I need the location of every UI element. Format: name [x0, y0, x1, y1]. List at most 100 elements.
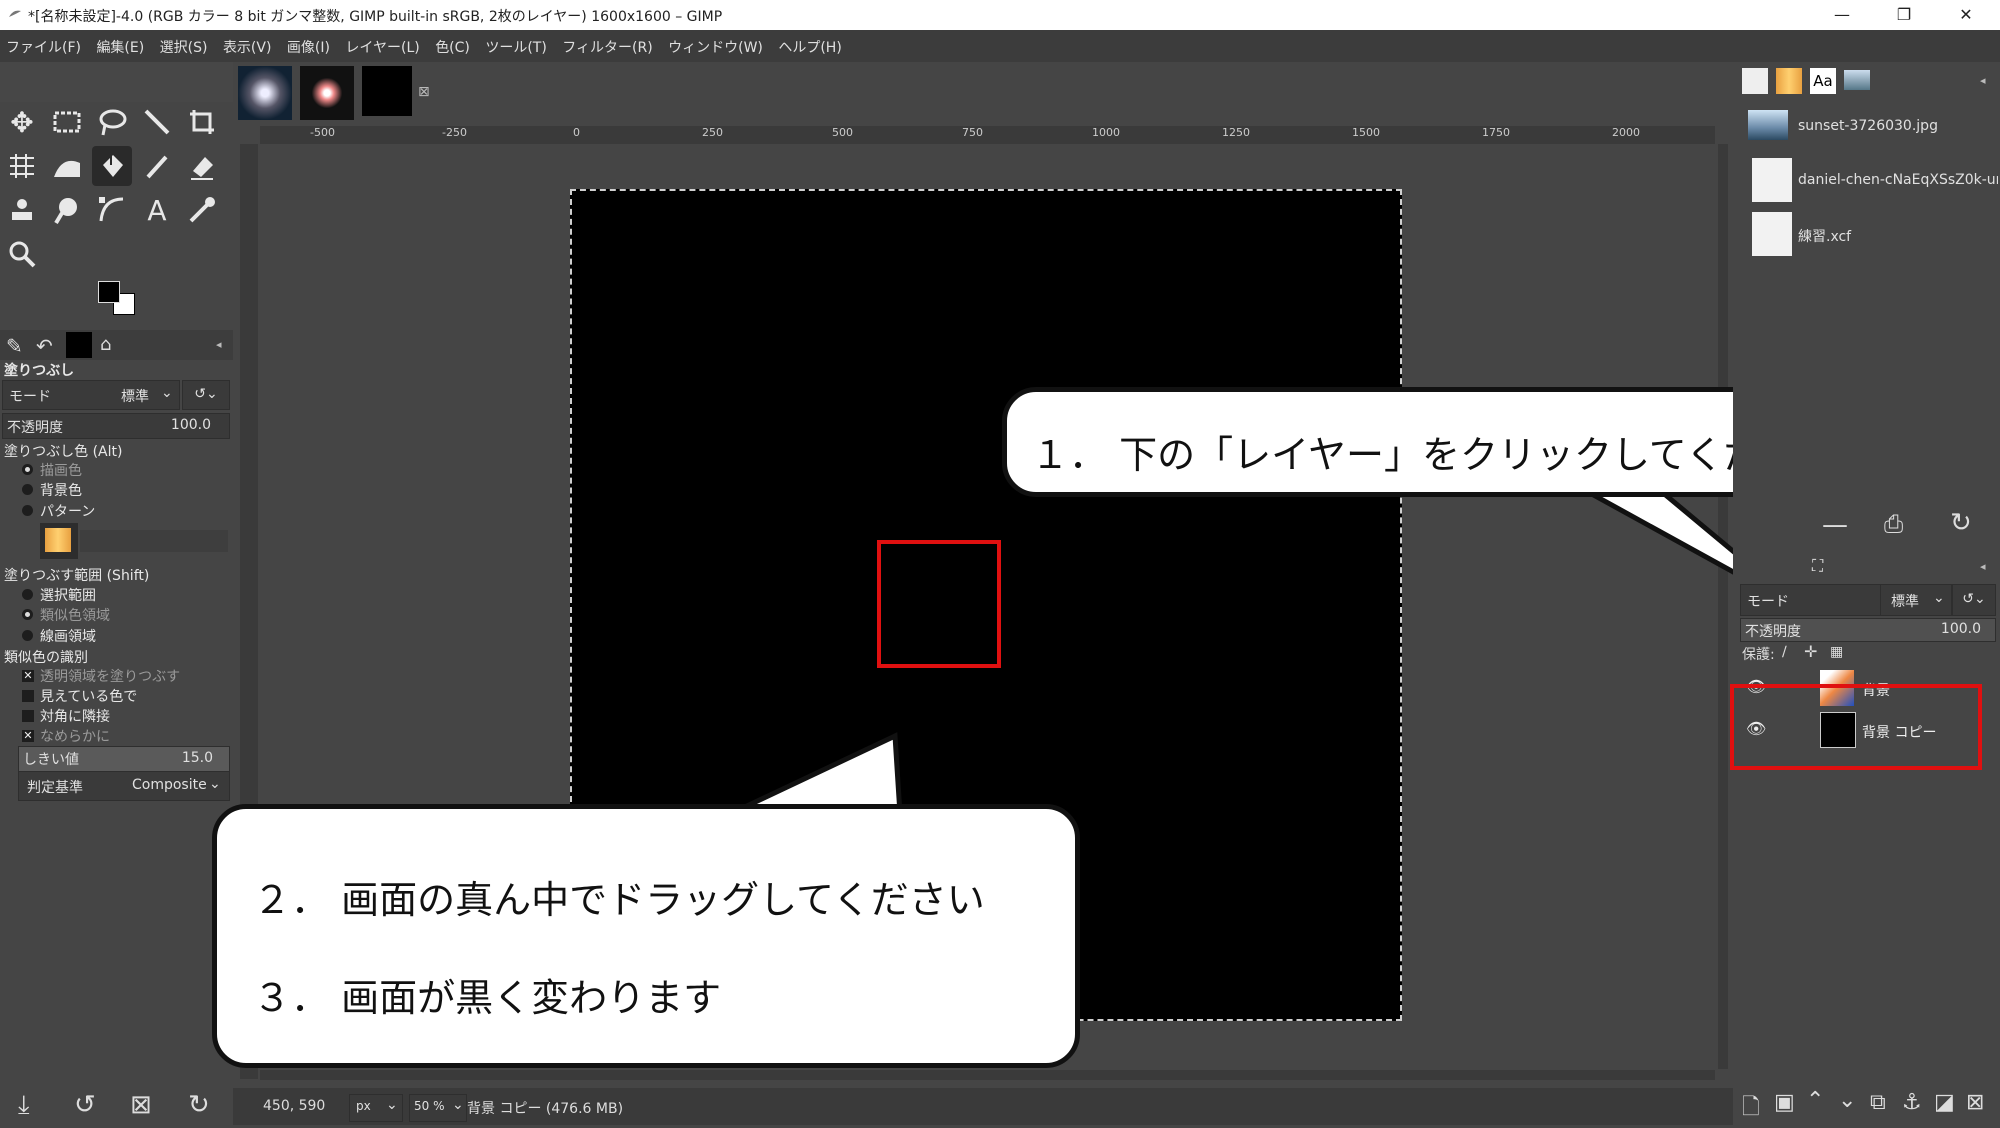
lock-alpha-icon[interactable]: ▦ [1830, 644, 1843, 660]
layers-highlight-box [1730, 684, 1982, 770]
warp-transform-tool-icon[interactable] [47, 146, 87, 186]
smudge-tool-icon[interactable] [47, 190, 87, 230]
menu-view[interactable]: 表示(V) [217, 30, 277, 57]
clear-history-icon[interactable]: ⎙ [1884, 510, 1903, 538]
pattern-picker[interactable] [40, 523, 78, 559]
close-button[interactable]: ✕ [1938, 0, 1994, 30]
crop-tool-icon[interactable] [182, 102, 222, 142]
sample-merged-checkbox[interactable] [22, 690, 34, 702]
layer-opacity-spinbox[interactable]: 不透明度 100.0 [1740, 618, 1996, 642]
criterion-select[interactable]: 判定基準 Composite ⌄ [18, 771, 230, 801]
delete-layer-icon[interactable]: ⊠ [1966, 1090, 1984, 1115]
area-similar-radio[interactable] [22, 609, 33, 620]
minimize-button[interactable]: — [1814, 0, 1870, 30]
ruler-mark: 0 [573, 126, 580, 139]
fill-bg-radio[interactable] [22, 484, 33, 495]
anchor-layer-icon[interactable]: ⚓ [1902, 1090, 1922, 1115]
dock-menu-icon[interactable]: ◂ [1980, 74, 1986, 87]
duplicate-layer-icon[interactable]: ⧉ [1870, 1090, 1886, 1115]
document-item[interactable]: 練習.xcf [1798, 226, 1851, 246]
new-layer-icon[interactable]: 🗋 [1742, 1090, 1760, 1128]
lower-layer-icon[interactable]: ⌄ [1838, 1088, 1856, 1113]
refresh-icon[interactable]: ↻ [1950, 508, 1972, 538]
new-layer-group-icon[interactable]: ▣ [1774, 1090, 1795, 1115]
mode-reset-button[interactable]: ↺⌄ [182, 380, 230, 410]
fill-pattern-radio[interactable] [22, 505, 33, 516]
diagonal-neighbors-checkbox[interactable] [22, 710, 34, 722]
menu-tools[interactable]: ツール(T) [479, 30, 551, 57]
fuzzy-select-tool-icon[interactable] [137, 102, 177, 142]
dock-menu-icon[interactable]: ◂ [216, 338, 222, 351]
opacity-spinbox[interactable]: 不透明度 100.0 [2, 413, 230, 439]
tool-options-tab-icon[interactable]: ✎ [6, 334, 23, 358]
document-thumbnail[interactable] [1748, 110, 1788, 140]
threshold-slider[interactable]: しきい値 15.0 [18, 746, 230, 772]
delete-tool-preset-icon[interactable]: ⊠ [130, 1090, 152, 1120]
save-tool-preset-icon[interactable]: ⤓ [18, 1090, 30, 1121]
tool-options-tabs [0, 330, 233, 360]
ruler-mark: 500 [832, 126, 853, 139]
rect-select-tool-icon[interactable] [47, 102, 87, 142]
eraser-tool-icon[interactable] [182, 146, 222, 186]
paintbrush-tool-icon[interactable] [137, 146, 177, 186]
remove-document-icon[interactable]: — [1822, 510, 1848, 540]
unified-transform-tool-icon[interactable] [2, 146, 42, 186]
unit-select[interactable]: px ⌄ [349, 1094, 403, 1122]
image-tab-thumbnail[interactable] [238, 66, 292, 120]
document-history-tab-icon[interactable] [1844, 70, 1870, 90]
restore-tool-preset-icon[interactable]: ↺ [74, 1090, 96, 1120]
document-item[interactable]: daniel-chen-cNaEqXSsZ0k-unsp [1798, 172, 1998, 188]
callout-step-2-text: ２． 画面の真ん中でドラッグしてください [253, 878, 985, 922]
bucket-fill-tool-icon[interactable] [92, 146, 132, 186]
layer-mode-select[interactable]: モード [1740, 584, 1892, 616]
menu-edit[interactable]: 編集(E) [90, 30, 149, 57]
menu-filters[interactable]: フィルター(R) [556, 30, 657, 57]
area-selection-radio[interactable] [22, 589, 33, 600]
layer-mode-value-select[interactable]: 標準 ⌄ [1880, 584, 1952, 616]
image-tab-thumbnail[interactable] [300, 66, 354, 120]
fill-transparent-checkbox[interactable]: ✕ [22, 670, 34, 682]
document-thumbnail[interactable] [1752, 212, 1792, 256]
layer-mask-icon[interactable]: ◪ [1934, 1090, 1955, 1115]
menu-color[interactable]: 色(C) [429, 30, 475, 57]
zoom-tool-icon[interactable] [2, 234, 42, 274]
foreground-color-swatch[interactable] [98, 281, 120, 303]
menu-windows[interactable]: ウィンドウ(W) [662, 30, 768, 57]
paths-tool-icon[interactable] [92, 190, 132, 230]
close-tab-icon[interactable]: ⊠ [418, 84, 430, 100]
move-tool-icon[interactable]: ✥ [2, 102, 42, 142]
lasso-tool-icon[interactable] [92, 102, 132, 142]
menu-file[interactable]: ファイル(F) [0, 30, 86, 57]
undo-history-tab-icon[interactable]: ↶ [36, 334, 53, 358]
menu-layer[interactable]: レイヤー(L) [339, 30, 424, 57]
dock-menu-icon[interactable]: ◂ [1980, 560, 1986, 573]
menu-bar: ファイル(F) 編集(E) 選択(S) 表示(V) 画像(I) レイヤー(L) … [0, 30, 2000, 62]
menu-select[interactable]: 選択(S) [154, 30, 213, 57]
fill-fg-radio[interactable] [22, 464, 33, 475]
menu-image[interactable]: 画像(I) [281, 30, 335, 57]
reset-tool-options-icon[interactable]: ↻ [188, 1090, 210, 1120]
mode-select[interactable]: モード 標準 ⌄ [2, 380, 180, 410]
area-line-radio[interactable] [22, 630, 33, 641]
document-item[interactable]: sunset-3726030.jpg [1798, 118, 1938, 134]
brushes-tab-icon[interactable] [66, 332, 92, 358]
gradients-tab-icon[interactable] [1776, 68, 1802, 94]
color-picker-tool-icon[interactable] [182, 190, 222, 230]
antialias-checkbox[interactable]: ✕ [22, 730, 34, 742]
document-thumbnail[interactable] [1752, 158, 1792, 202]
channels-tab-icon[interactable]: ⛶ [1812, 556, 1823, 576]
horizontal-scrollbar[interactable] [260, 1070, 1715, 1080]
fonts-tab-icon[interactable]: Aa [1810, 68, 1836, 94]
patterns-tab-icon[interactable] [1742, 68, 1768, 94]
image-tab-thumbnail[interactable] [362, 66, 412, 116]
lock-position-icon[interactable]: ✛ [1804, 642, 1817, 661]
clone-tool-icon[interactable] [2, 190, 42, 230]
text-tool-icon[interactable]: A [137, 190, 177, 230]
menu-help[interactable]: ヘルプ(H) [772, 30, 846, 57]
layer-mode-reset-button[interactable]: ↺⌄ [1952, 584, 1996, 616]
raise-layer-icon[interactable]: ⌃ [1806, 1088, 1824, 1113]
maximize-button[interactable]: ❐ [1876, 0, 1932, 30]
lock-pixels-icon[interactable]: ∕ [1782, 644, 1787, 660]
zoom-select[interactable]: 50 % ⌄ [409, 1094, 467, 1122]
images-tab-icon[interactable]: ⌂ [100, 334, 111, 355]
